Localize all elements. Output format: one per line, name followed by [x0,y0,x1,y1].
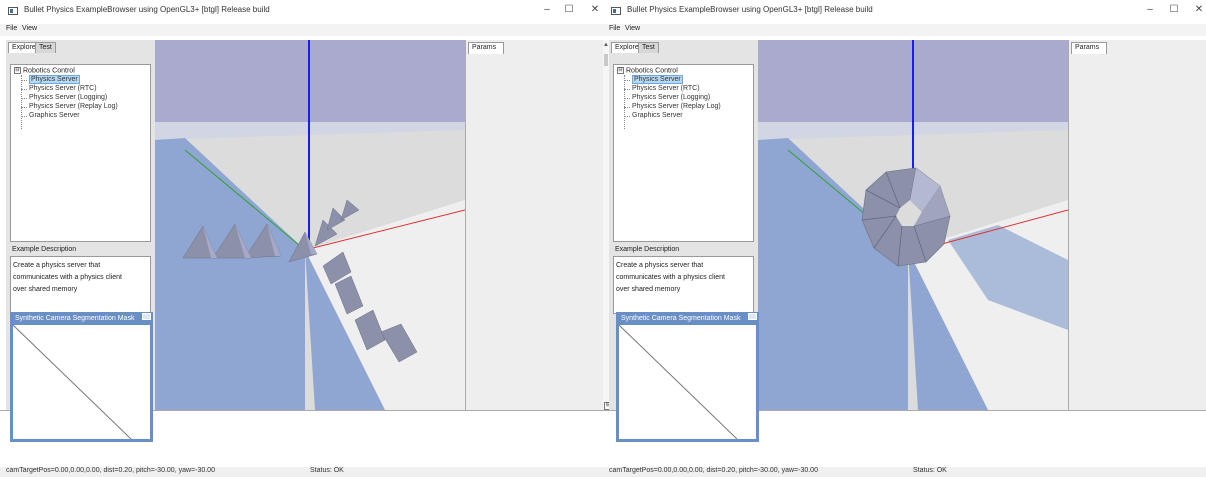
description-line: over shared memory [616,286,681,293]
title-bar: Bullet Physics ExampleBrowser using Open… [603,0,1206,22]
3d-viewport[interactable] [155,40,465,410]
tree-item-physics-server[interactable]: Physics Server [624,75,683,84]
tree-item-physics-server-replay-log[interactable]: Physics Server (Replay Log) [624,103,721,110]
status-bar: camTargetPos=0.00,0.00,0.00, dist=0.20, … [0,467,603,477]
collapse-icon[interactable]: ⊟ [14,67,21,74]
tree-item-physics-server-logging[interactable]: Physics Server (Logging) [624,94,710,101]
app-icon [611,7,621,15]
params-panel: Params [1068,40,1206,410]
tree-item-graphics-server[interactable]: Graphics Server [21,112,80,119]
description-heading: Example Description [12,246,77,253]
description-line: communicates with a physics client [13,274,122,281]
minimize-button[interactable]: – [540,4,554,16]
segmentation-diagonal [618,324,738,440]
maximize-button[interactable]: ☐ [1167,4,1181,16]
camera-status-text: camTargetPos=0.00,0.00,0.00, dist=0.20, … [6,467,215,474]
tree-item-label: Graphics Server [29,112,80,119]
tree-item-physics-server-rtc[interactable]: Physics Server (RTC) [21,85,97,92]
tree-item-label: Physics Server (Logging) [29,94,108,101]
tree-item-label: Physics Server (Replay Log) [29,103,118,110]
3d-viewport[interactable] [758,40,1068,410]
menu-view[interactable]: View [625,25,640,32]
status-text: Status: OK [913,467,947,474]
menu-file[interactable]: File [609,25,620,32]
description-line: Create a physics server that [616,262,704,269]
params-panel: Params [465,40,603,410]
tree-item-label: Physics Server [632,75,683,84]
tree-item-label: Physics Server [29,75,80,84]
description-heading: Example Description [615,246,680,253]
camera-window-minimize-button[interactable] [142,313,151,320]
tree-root-label: Robotics Control [23,67,75,75]
window-title: Bullet Physics ExampleBrowser using Open… [627,5,873,14]
close-button[interactable]: ✕ [1192,4,1206,16]
tree-item-label: Physics Server (RTC) [632,85,700,92]
example-tree: ⊟ Robotics Control Physics Server Physics… [613,64,754,242]
description-line: Create a physics server that [13,262,101,269]
tree-item-label: Graphics Server [632,112,683,119]
status-text: Status: OK [310,467,344,474]
menu-view[interactable]: View [22,25,37,32]
menu-bar: File View [603,24,1206,36]
collapse-icon[interactable]: ⊟ [617,67,624,74]
app-icon [8,7,18,15]
close-button[interactable]: ✕ [588,4,602,16]
title-bar: Bullet Physics ExampleBrowser using Open… [0,0,603,22]
browser-window-right: Bullet Physics ExampleBrowser using Open… [603,0,1206,477]
browser-window-left: Bullet Physics ExampleBrowser using Open… [0,0,603,477]
menu-file[interactable]: File [6,25,17,32]
tree-root-robotics-control[interactable]: ⊟ Robotics Control [14,67,75,74]
menu-bar: File View [0,24,603,36]
tab-test[interactable]: Test [35,42,56,53]
segmentation-mask-canvas [618,324,756,440]
scrollbar-thumb[interactable] [604,54,608,66]
window-title: Bullet Physics ExampleBrowser using Open… [24,5,270,14]
description-panel: Create a physics server that communicate… [613,256,754,314]
tree-item-physics-server[interactable]: Physics Server [21,75,80,84]
camera-window-title: Synthetic Camera Segmentation Mask [621,315,741,322]
camera-segmentation-window[interactable]: Synthetic Camera Segmentation Mask [10,312,153,442]
tab-params[interactable]: Params [1071,42,1107,54]
status-bar: camTargetPos=0.00,0.00,0.00, dist=0.20, … [603,467,1206,477]
maximize-button[interactable]: ☐ [562,4,576,16]
scene-render [155,40,465,410]
tree-item-physics-server-replay-log[interactable]: Physics Server (Replay Log) [21,103,118,110]
tree-root-robotics-control[interactable]: ⊟ Robotics Control [617,67,678,74]
camera-window-minimize-button[interactable] [748,313,757,320]
segmentation-diagonal [12,324,132,440]
tab-test[interactable]: Test [638,42,659,53]
tree-item-label: Physics Server (Replay Log) [632,103,721,110]
camera-window-title: Synthetic Camera Segmentation Mask [15,315,135,322]
minimize-button[interactable]: – [1143,4,1157,16]
tree-item-graphics-server[interactable]: Graphics Server [624,112,683,119]
tree-item-physics-server-logging[interactable]: Physics Server (Logging) [21,94,107,101]
scene-render [758,40,1068,410]
description-panel: Create a physics server that communicate… [10,256,151,314]
description-line: over shared memory [13,286,78,293]
tree-connector [624,75,625,129]
example-tree: ⊟ Robotics Control Physics Server Physics… [10,64,151,242]
description-line: communicates with a physics client [616,274,725,281]
camera-segmentation-window[interactable]: Synthetic Camera Segmentation Mask [616,312,759,442]
tree-root-label: Robotics Control [626,67,678,75]
tree-item-label: Physics Server (RTC) [29,85,97,92]
tree-item-label: Physics Server (Logging) [632,94,711,101]
tree-connector [21,75,22,129]
tab-params[interactable]: Params [468,42,504,54]
camera-status-text: camTargetPos=0.00,0.00,0.00, dist=0.20, … [609,467,818,474]
tree-item-physics-server-rtc[interactable]: Physics Server (RTC) [624,85,700,92]
segmentation-mask-canvas [12,324,150,440]
